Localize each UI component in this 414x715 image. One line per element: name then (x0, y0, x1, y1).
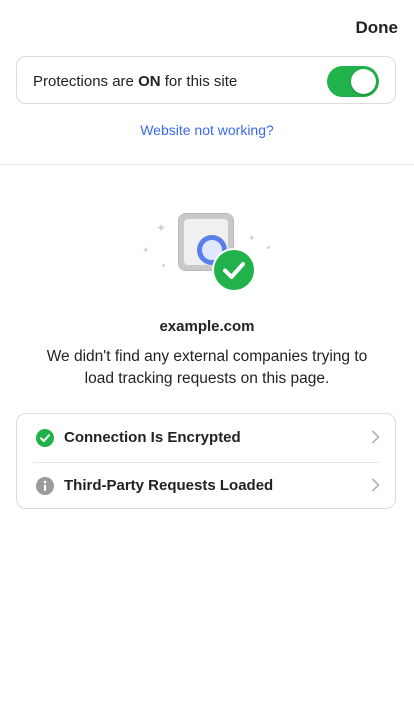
chevron-right-icon (372, 430, 380, 444)
list-item-label: Third-Party Requests Loaded (64, 477, 274, 494)
protection-text-suffix: for this site (160, 73, 238, 90)
list-item-label: Connection Is Encrypted (64, 429, 241, 446)
list-item-connection-encrypted[interactable]: Connection Is Encrypted (17, 414, 397, 461)
sparkle-icon: ✦ (248, 233, 256, 243)
done-button[interactable]: Done (356, 18, 399, 38)
sparkle-icon: ✦ (142, 245, 150, 255)
site-domain: example.com (159, 318, 255, 335)
list-item-third-party-requests[interactable]: Third-Party Requests Loaded (17, 462, 397, 509)
sparkle-icon: ✦ (156, 221, 167, 235)
details-list: Connection Is Encrypted Third-Party Requ… (16, 413, 396, 509)
protection-text-prefix: Protections are (33, 73, 139, 90)
protection-status-value: ON (138, 73, 161, 90)
green-check-badge-icon (212, 248, 256, 292)
divider (0, 164, 414, 165)
toggle-knob (351, 69, 376, 94)
protection-toggle[interactable] (327, 66, 379, 97)
tracking-message: We didn't find any external companies tr… (46, 348, 368, 387)
sparkle-dot (162, 264, 165, 267)
website-not-working-link[interactable]: Website not working? (0, 122, 414, 138)
info-icon (36, 477, 54, 495)
protection-status-text: Protections are ON for this site (33, 73, 237, 90)
protection-card: Protections are ON for this site (16, 56, 396, 104)
privacy-illustration: ✦ ✦ ✦ (140, 206, 274, 292)
sparkle-dot (267, 246, 270, 249)
checkmark-icon (223, 262, 245, 279)
green-check-icon (36, 429, 54, 447)
chevron-right-icon (372, 478, 380, 492)
